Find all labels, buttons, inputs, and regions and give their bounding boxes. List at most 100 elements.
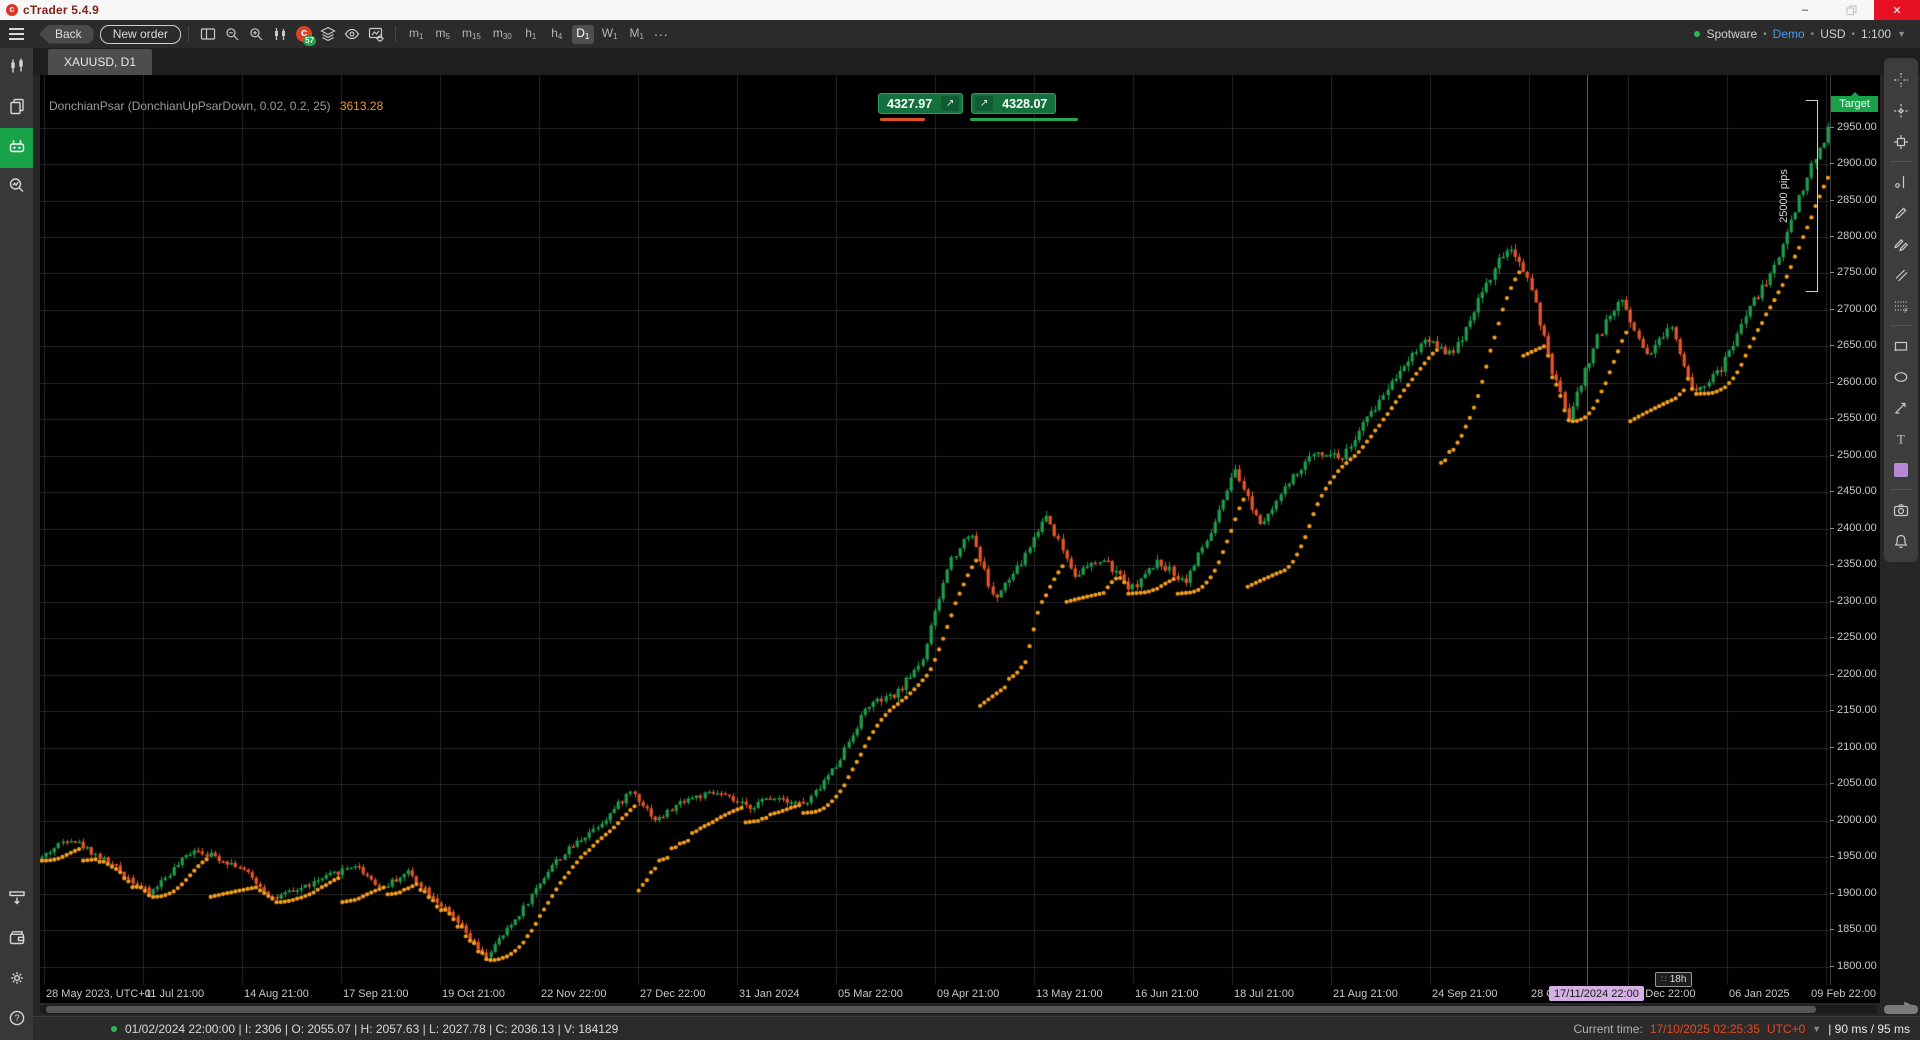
more-timeframes-button[interactable]: ... [654,23,669,39]
timeframe-h1[interactable]: h1 [520,25,542,44]
price-tick: 2550.00 [1832,412,1878,424]
time-label: 27 Dec 22:00 [640,988,705,1000]
price-tick: 2500.00 [1832,449,1878,461]
templates-icon[interactable] [316,23,340,45]
latency-value: | 90 ms / 95 ms [1828,1022,1910,1036]
time-label: 11 Jul 21:00 [145,988,204,1000]
time-label: 24 Sep 21:00 [1432,988,1497,1000]
pen-icon[interactable] [1887,197,1915,228]
range-measure-label: 25000 pips [1776,100,1792,292]
time-label: 18 Jul 21:00 [1234,988,1294,1000]
scrollbar-row: ▶ [33,1003,1920,1016]
axis-divider [1830,75,1831,985]
time-label: 06 Jan 2025 [1729,988,1790,1000]
time-label: 14 Aug 21:00 [244,988,309,1000]
indicator-label[interactable]: DonchianPsar (DonchianUpPsarDown, 0.02, … [49,99,383,113]
account-currency: USD [1820,27,1845,41]
vertical-crosshair-line[interactable] [1587,75,1588,985]
crosshair-date-badge: 17/11/2024 22:00 [1549,986,1644,1001]
close-button[interactable]: ✕ [1874,0,1920,20]
text-icon[interactable]: T [1887,423,1915,454]
screenshot-icon[interactable] [1887,494,1915,525]
new-order-button[interactable]: New order [100,25,181,44]
zoom-in-icon[interactable] [244,23,268,45]
ctrader-logo-icon: c [6,4,18,16]
sidebar-item-deposit[interactable] [0,880,33,920]
sell-button[interactable]: 4327.97 ↗ [878,93,963,114]
timeframe-m15[interactable]: m15 [458,25,485,44]
price-tick: 2600.00 [1832,376,1878,388]
bar-ohlc-info: 01/02/2024 22:00:00 | I: 2306 | O: 2055.… [125,1022,618,1036]
trend-arrow-icon[interactable] [1887,392,1915,423]
buy-button[interactable]: ↗ 4328.07 [971,93,1056,114]
app-title: cTrader 5.4.9 [23,3,99,17]
chevron-down-icon: ▼ [1812,1024,1821,1034]
account-leverage: 1:100 [1861,27,1891,41]
hatch-icon[interactable] [1887,259,1915,290]
restore-button[interactable] [1828,0,1874,20]
timeframe-D1[interactable]: D1 [572,25,594,44]
indicators-icon[interactable]: c57 [292,23,316,45]
crosshair-icon[interactable] [1887,64,1915,95]
sell-depth-bar [880,118,925,121]
price-chart-canvas[interactable] [40,75,1830,985]
timeframe-m30[interactable]: m30 [489,25,516,44]
current-time-label: Current time: [1573,1022,1642,1036]
timeframe-h4[interactable]: h4 [546,25,568,44]
timeframe-M1[interactable]: M1 [626,25,648,44]
sidebar-item-settings[interactable] [0,960,33,1000]
deposit-icon [7,888,27,913]
fibonacci-icon[interactable]: F [1887,290,1915,321]
layout-icon[interactable] [196,23,220,45]
period-separator-flag[interactable]: ∷ 18h [1655,972,1692,987]
rectangle-icon[interactable] [1887,330,1915,361]
sidebar-item-wallet[interactable] [0,920,33,960]
account-selector[interactable]: Spotware • Demo • USD • 1:100 ▼ [1694,27,1906,41]
price-tick: 2100.00 [1832,741,1878,753]
alerts-icon[interactable] [1887,525,1915,556]
color-swatch-icon[interactable] [1887,454,1915,485]
price-tick: 2750.00 [1832,266,1878,278]
timeframe-m1[interactable]: m1 [405,25,427,44]
dot-line-icon[interactable] [1887,166,1915,197]
menu-icon[interactable] [0,28,33,40]
sidebar-item-copy-trading[interactable] [0,88,33,128]
connection-status-icon [1694,31,1700,37]
scrollbar-handle[interactable] [46,1006,1816,1013]
chart-type-icon[interactable] [268,23,292,45]
price-tick: 2350.00 [1832,558,1878,570]
sidebar-item-trade[interactable] [0,48,33,88]
timeframe-W1[interactable]: W1 [598,25,622,44]
price-tick: 2950.00 [1832,121,1878,133]
price-tick: 2050.00 [1832,777,1878,789]
quote-buttons: 4327.97 ↗ ↗ 4328.07 [878,93,1056,122]
time-label: 16 Jun 21:00 [1135,988,1199,1000]
timezone-selector[interactable]: UTC+0 [1767,1022,1805,1036]
sidebar-item-help[interactable]: ? [0,1000,33,1040]
target-price-badge[interactable]: Target [1831,96,1878,112]
main-toolbar: Back New order c57 m1m5m15m30h1h4D1W1M1 … [0,20,1920,48]
chart-scrollbar[interactable] [40,1005,1878,1014]
time-label: 22 Nov 22:00 [541,988,606,1000]
symbol-search-icon[interactable] [220,23,244,45]
time-label: 28 May 2023, UTC+0 [46,988,151,1000]
view-options-icon[interactable] [340,23,364,45]
back-button[interactable]: Back [39,25,94,44]
tab-xauusd-d1[interactable]: XAUUSD, D1 [48,49,152,75]
chart-settings-icon[interactable] [364,23,388,45]
ellipse-icon[interactable] [1887,361,1915,392]
price-tick: 1850.00 [1832,923,1878,935]
buy-price: 4328.07 [997,97,1052,111]
range-measure-bracket[interactable] [1806,100,1818,292]
minimize-button[interactable]: – [1782,0,1828,20]
sidebar-item-automate[interactable] [0,128,33,168]
measure-icon[interactable] [1887,95,1915,126]
title-bar: c cTrader 5.4.9 – ✕ [0,0,1920,20]
price-tick: 1950.00 [1832,850,1878,862]
brush-icon[interactable] [1887,228,1915,259]
timeframe-m5[interactable]: m5 [432,25,454,44]
buy-depth-bar [970,118,1078,121]
magnet-icon[interactable] [1887,126,1915,157]
sidebar-item-analyze[interactable] [0,168,33,208]
svg-text:F: F [1904,309,1908,314]
